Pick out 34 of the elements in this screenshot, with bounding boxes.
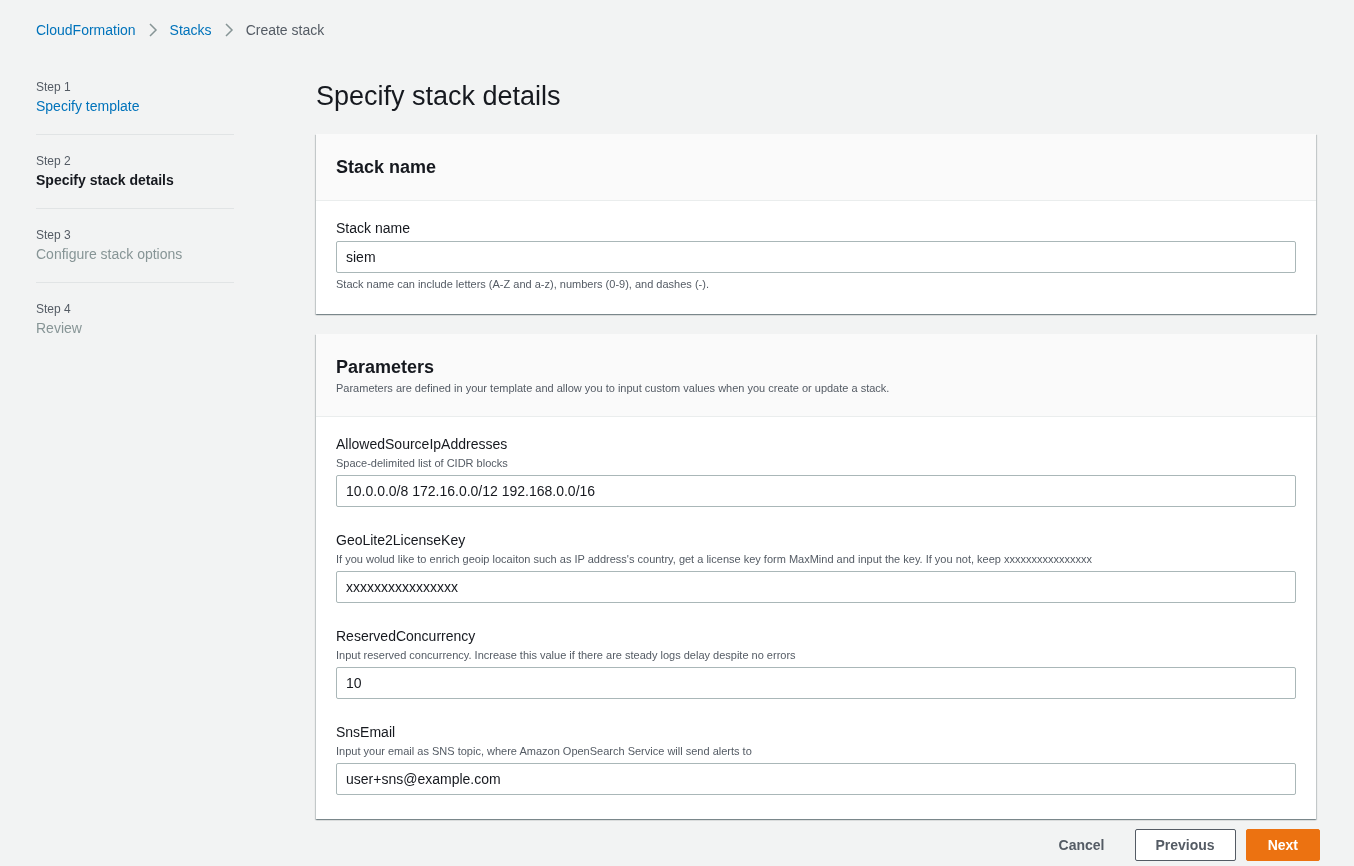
field-label: SnsEmail [336, 723, 397, 741]
field-description: Input reserved concurrency. Increase this value if there are steady logs delay despite no errors [336, 649, 797, 661]
previous-button[interactable]: Previous [1134, 829, 1236, 861]
field-description: Input your email as SNS topic, where Amazon OpenSearch Service will send alerts to [336, 745, 753, 757]
step-number: Step 4 [36, 302, 72, 316]
step-label[interactable]: Specify template [36, 98, 234, 114]
breadcrumb-current: Create stack [245, 22, 325, 38]
input-field[interactable]: 10.0.0.0/8 172.16.0.0/12 192.168.0.0/16 [336, 475, 1296, 507]
field-label: Stack name [336, 219, 411, 237]
field-description: Space-delimited list of CIDR blocks [336, 457, 509, 469]
card-description: Parameters are defined in your template and allow you to input custom values when you create or update a stack. [336, 382, 891, 394]
input-field[interactable]: xxxxxxxxxxxxxxxx [336, 571, 1296, 603]
step-number: Step 3 [36, 228, 72, 242]
step-label: Specify stack details [36, 172, 175, 188]
chevron-right-icon [223, 22, 234, 38]
input-field[interactable]: 10 [336, 667, 1296, 699]
field-label: GeoLite2LicenseKey [336, 531, 467, 549]
breadcrumb-link[interactable]: Stacks [169, 22, 212, 38]
card-title: Parameters [336, 356, 436, 378]
step-number: Step 1 [36, 80, 72, 94]
breadcrumb-link[interactable]: CloudFormation [36, 22, 136, 38]
step-label: Configure stack options [36, 246, 184, 262]
step-number: Step 2 [36, 154, 72, 168]
field-hint: Stack name can include letters (A-Z and a-z), numbers (0-9), and dashes (-). [336, 278, 710, 290]
chevron-right-icon [147, 22, 158, 38]
input-field[interactable]: siem [336, 241, 1296, 273]
input-field[interactable]: user+sns@example.com [336, 763, 1296, 795]
field-description: If you wolud like to enrich geoip locaiton such as IP address's country, get a license key form MaxMind and input the key. If you not, keep xxxxxxxxxxxxxxxx [336, 553, 1093, 565]
step-label: Review [36, 320, 83, 336]
cancel-button[interactable]: Cancel [1038, 829, 1125, 861]
field-label: ReservedConcurrency [336, 627, 477, 645]
card-title: Stack name [336, 156, 438, 178]
page-title: Specify stack details [316, 80, 562, 112]
field-label: AllowedSourceIpAddresses [336, 435, 509, 453]
